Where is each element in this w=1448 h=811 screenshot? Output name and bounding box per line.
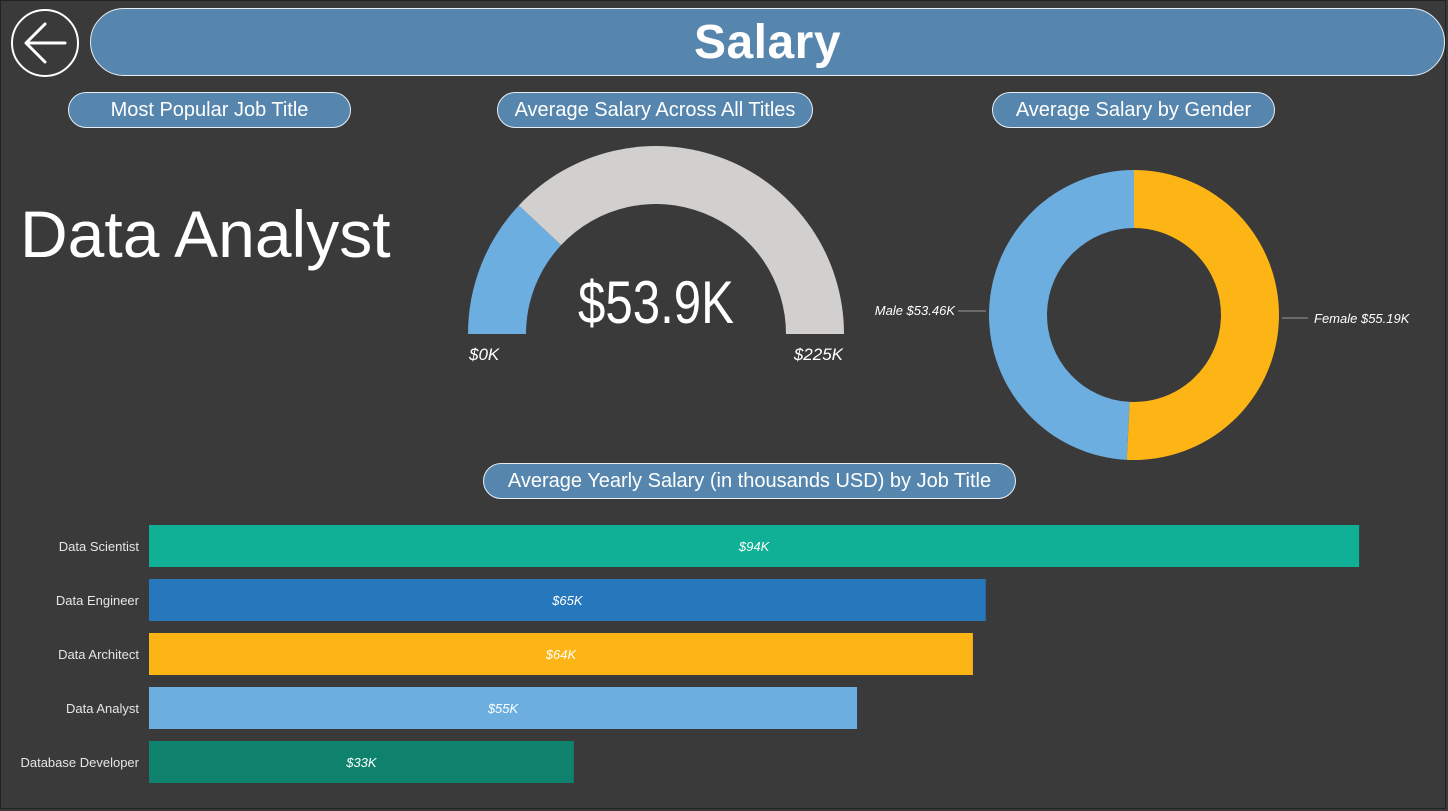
gauge-max-label: $225K [793,345,844,364]
donut-label-male: Male $53.46K [875,303,957,318]
bar-category-label: Data Architect [58,647,139,662]
bar-data-label: $55K [487,701,520,716]
gauge-min-label: $0K [468,345,500,364]
back-button[interactable] [11,9,79,77]
gender-salary-heading: Average Salary by Gender [992,92,1275,128]
bar-data-analyst[interactable] [149,687,858,729]
gauge-track [518,145,844,334]
page-title: Salary [693,15,842,69]
bar-data-label: $65K [551,593,584,608]
job-title-salary-heading: Average Yearly Salary (in thousands USD)… [483,463,1016,499]
arrow-left-icon [24,22,67,64]
donut-slice-male[interactable] [988,170,1134,460]
donut-label-female: Female $55.19K [1314,311,1411,326]
most-popular-job-value: Data Analyst [20,197,391,271]
bar-data-scientist[interactable] [149,525,1360,567]
bar-database-developer[interactable] [149,741,574,783]
gauge-fill [468,205,562,334]
bar-data-engineer[interactable] [149,579,986,621]
bar-data-architect[interactable] [149,633,973,675]
page-title-bar: Salary [90,8,1445,76]
bar-category-label: Data Analyst [66,701,139,716]
gauge-value-label: $53.9K [578,268,734,336]
bar-data-label: $64K [545,647,578,662]
bar-category-label: Data Scientist [59,539,140,554]
bar-category-label: Database Developer [20,755,139,770]
popular-job-title-heading: Most Popular Job Title [68,92,351,128]
bar-data-label: $94K [738,539,771,554]
bar-data-label: $33K [345,755,378,770]
donut-slice-female[interactable] [1126,170,1279,460]
bar-category-label: Data Engineer [56,593,140,608]
average-salary-heading: Average Salary Across All Titles [497,92,813,128]
